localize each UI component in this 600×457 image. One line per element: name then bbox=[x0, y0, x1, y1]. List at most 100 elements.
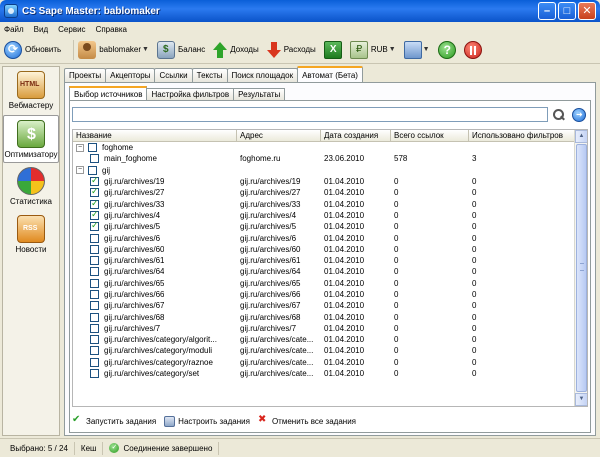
expenses-button[interactable]: Расходы bbox=[266, 41, 316, 58]
row-checkbox[interactable] bbox=[90, 256, 99, 266]
power-button[interactable] bbox=[463, 40, 482, 59]
row-name: gij.ru/archives/6 bbox=[104, 233, 161, 243]
row-checkbox[interactable] bbox=[90, 312, 99, 322]
row-checkbox[interactable] bbox=[88, 143, 97, 153]
close-button[interactable]: ✕ bbox=[578, 2, 596, 20]
table-row[interactable]: gij.ru/archives/67 gij.ru/archives/67 01.0… bbox=[73, 300, 575, 311]
excel-icon bbox=[323, 40, 342, 59]
table-row[interactable]: gij.ru/archives/60 gij.ru/archives/60 01.0… bbox=[73, 244, 575, 255]
sidebar-item-webmaster[interactable]: Вебмастеру bbox=[3, 67, 59, 115]
row-checkbox[interactable] bbox=[90, 346, 99, 356]
vertical-scrollbar[interactable]: ▲ ▼ bbox=[574, 130, 587, 406]
menu-file[interactable]: Файл bbox=[4, 25, 24, 34]
table-row[interactable]: main_foghome foghome.ru 23.06.2010 578 3 bbox=[73, 153, 575, 164]
run-tasks-button[interactable]: Запустить задания bbox=[72, 414, 156, 427]
row-checkbox[interactable] bbox=[90, 177, 99, 187]
scroll-thumb[interactable] bbox=[576, 144, 587, 392]
menu-view[interactable]: Вид bbox=[34, 25, 48, 34]
row-checkbox[interactable] bbox=[90, 154, 99, 164]
sidebar-item-label: Оптимизатору bbox=[4, 150, 58, 159]
table-row[interactable]: gij.ru/archives/5 gij.ru/archives/5 01.04.… bbox=[73, 221, 575, 232]
subtab-source-select[interactable]: Выбор источников bbox=[69, 86, 148, 100]
minimize-button[interactable]: – bbox=[538, 2, 556, 20]
search-input[interactable] bbox=[72, 107, 548, 122]
tree-group-row[interactable]: − foghome bbox=[73, 142, 575, 153]
subtab-results[interactable]: Результаты bbox=[233, 88, 286, 100]
go-arrow-icon[interactable] bbox=[572, 108, 586, 122]
tab-acceptors[interactable]: Акцепторы bbox=[105, 68, 156, 82]
table-row[interactable]: gij.ru/archives/64 gij.ru/archives/64 01.0… bbox=[73, 266, 575, 277]
row-checkbox[interactable] bbox=[88, 165, 97, 175]
sidebar-item-optimizer[interactable]: Оптимизатору bbox=[3, 115, 59, 163]
tab-automat[interactable]: Автомат (Бета) bbox=[297, 66, 363, 82]
search-icon[interactable] bbox=[552, 108, 566, 122]
row-checkbox[interactable] bbox=[90, 335, 99, 345]
row-checkbox[interactable] bbox=[90, 357, 99, 367]
table-row[interactable]: gij.ru/archives/4 gij.ru/archives/4 01.04.… bbox=[73, 210, 575, 221]
row-checkbox[interactable] bbox=[90, 244, 99, 254]
tab-site-search[interactable]: Поиск площадок bbox=[226, 68, 299, 82]
row-checkbox[interactable] bbox=[90, 222, 99, 232]
table-row[interactable]: gij.ru/archives/27 gij.ru/archives/27 01.0… bbox=[73, 187, 575, 198]
cell-name: gij.ru/archives/27 bbox=[73, 188, 237, 198]
cancel-all-tasks-button[interactable]: Отменить все задания bbox=[258, 414, 356, 427]
tree-toggle-icon[interactable]: − bbox=[76, 166, 84, 175]
table-row[interactable]: gij.ru/archives/category/raznoe gij.ru/ar… bbox=[73, 357, 575, 368]
column-header-links[interactable]: Всего ссылок bbox=[391, 130, 469, 142]
sidebar-item-news[interactable]: Новости bbox=[3, 211, 59, 259]
table-row[interactable]: gij.ru/archives/6 gij.ru/archives/6 01.04.… bbox=[73, 232, 575, 243]
menu-service[interactable]: Сервис bbox=[58, 25, 85, 34]
row-checkbox[interactable] bbox=[90, 369, 99, 379]
row-checkbox[interactable] bbox=[90, 278, 99, 288]
table-row[interactable]: gij.ru/archives/68 gij.ru/archives/68 01.0… bbox=[73, 311, 575, 322]
configure-tasks-button[interactable]: Настроить задания bbox=[164, 415, 250, 427]
column-header-address[interactable]: Адрес bbox=[237, 130, 321, 142]
table-row[interactable]: gij.ru/archives/61 gij.ru/archives/61 01.0… bbox=[73, 255, 575, 266]
user-dropdown[interactable]: bablomaker ▼ bbox=[78, 40, 149, 59]
column-header-used-filters[interactable]: Использовано фильтров bbox=[469, 130, 575, 142]
row-checkbox[interactable] bbox=[90, 290, 99, 299]
column-header-date[interactable]: Дата создания bbox=[321, 130, 391, 142]
maximize-button[interactable]: □ bbox=[558, 2, 576, 20]
currency-dropdown[interactable]: RUB ▼ bbox=[349, 40, 396, 59]
tree-toggle-icon[interactable]: − bbox=[76, 143, 84, 152]
table-row[interactable]: gij.ru/archives/33 gij.ru/archives/33 01.0… bbox=[73, 198, 575, 209]
export-excel-button[interactable] bbox=[323, 40, 342, 59]
table-row[interactable]: gij.ru/archives/category/set gij.ru/archi… bbox=[73, 368, 575, 379]
scroll-up-icon[interactable]: ▲ bbox=[575, 130, 587, 143]
row-checkbox[interactable] bbox=[90, 188, 99, 198]
table-row[interactable]: gij.ru/archives/category/algorit... gij.r… bbox=[73, 334, 575, 345]
row-checkbox[interactable] bbox=[90, 210, 99, 220]
column-header-name[interactable]: Название bbox=[73, 130, 237, 142]
row-checkbox[interactable] bbox=[90, 199, 99, 209]
row-checkbox[interactable] bbox=[90, 267, 99, 277]
row-name: gij.ru/archives/68 bbox=[104, 312, 165, 322]
income-button[interactable]: Доходы bbox=[213, 41, 259, 58]
balance-button[interactable]: Баланс bbox=[156, 40, 205, 59]
tab-texts[interactable]: Тексты bbox=[191, 68, 228, 82]
row-checkbox[interactable] bbox=[90, 233, 99, 243]
row-checkbox[interactable] bbox=[90, 323, 99, 333]
cell-date: 01.04.2010 bbox=[324, 188, 365, 198]
help-button[interactable] bbox=[437, 40, 456, 59]
table-row[interactable]: gij.ru/archives/7 gij.ru/archives/7 01.04.… bbox=[73, 323, 575, 334]
refresh-button[interactable]: Обновить bbox=[4, 40, 61, 59]
sidebar-item-statistics[interactable]: Статистика bbox=[3, 163, 59, 211]
row-name: main_foghome bbox=[104, 154, 157, 164]
table-row[interactable]: gij.ru/archives/65 gij.ru/archives/65 01.0… bbox=[73, 278, 575, 289]
cell-address: gij.ru/archives/cate... bbox=[240, 335, 314, 345]
tree-group-row[interactable]: − gij bbox=[73, 165, 575, 176]
cell-name: gij.ru/archives/68 bbox=[73, 312, 237, 322]
table-row[interactable]: gij.ru/archives/category/moduli gij.ru/ar… bbox=[73, 345, 575, 356]
table-row[interactable]: gij.ru/archives/19 gij.ru/archives/19 01.0… bbox=[73, 176, 575, 187]
tab-projects[interactable]: Проекты bbox=[64, 68, 107, 82]
row-checkbox[interactable] bbox=[90, 301, 99, 311]
menu-help[interactable]: Справка bbox=[96, 25, 127, 34]
table-row[interactable]: gij.ru/archives/66 gij.ru/archives/66 01.0… bbox=[73, 289, 575, 300]
cell-name: − foghome bbox=[73, 143, 237, 153]
scroll-down-icon[interactable]: ▼ bbox=[575, 393, 587, 406]
tab-links[interactable]: Ссылки bbox=[154, 68, 193, 82]
window-layout-dropdown[interactable]: ▼ bbox=[403, 40, 430, 59]
cell-date: 01.04.2010 bbox=[324, 210, 365, 220]
subtab-filter-settings[interactable]: Настройка фильтров bbox=[146, 88, 235, 100]
